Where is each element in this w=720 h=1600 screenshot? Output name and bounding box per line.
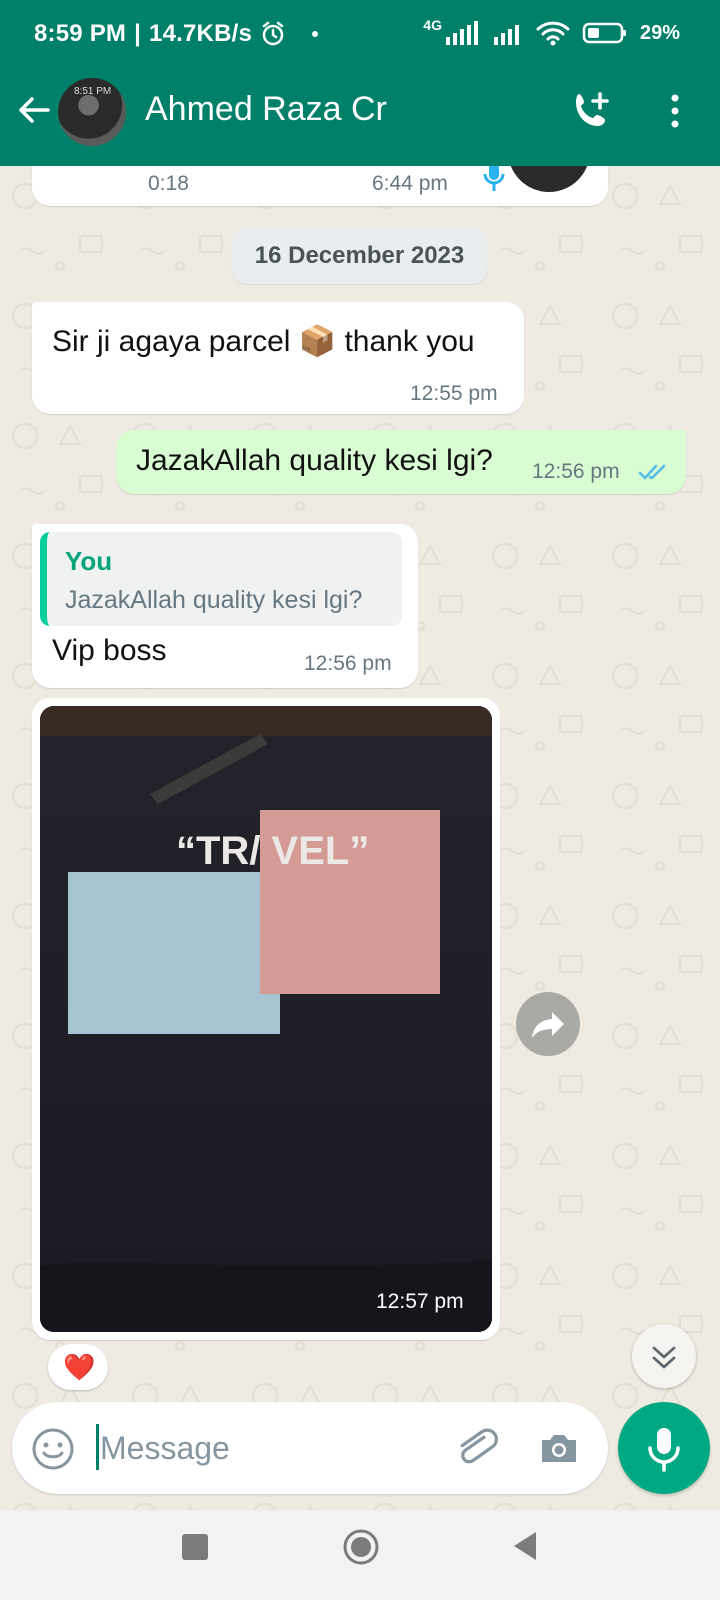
system-nav-bar	[0, 1510, 720, 1600]
message-text: Vip boss	[52, 634, 167, 667]
status-separator: |	[134, 20, 142, 47]
status-bar: 8:59 PM | 14.7KB/s 4G 29%	[0, 0, 720, 70]
image-text-travel: “TR/ VEL”	[176, 829, 369, 873]
heart-reaction-icon: ❤️	[63, 1352, 96, 1382]
mic-icon	[648, 1428, 680, 1472]
nav-back-button[interactable]	[510, 1528, 540, 1564]
voice-note-avatar	[508, 166, 590, 192]
message-text: Sir ji agaya parcel 📦 thank you	[52, 325, 475, 358]
signal-icon-2	[493, 25, 519, 45]
camera-icon[interactable]	[536, 1426, 582, 1472]
recents-button[interactable]	[182, 1534, 208, 1560]
back-arrow-icon[interactable]	[14, 90, 54, 130]
message-time: 12:56 pm	[304, 652, 392, 675]
text-cursor	[96, 1424, 99, 1470]
signal-icon	[445, 21, 478, 45]
message-input[interactable]	[100, 1418, 430, 1478]
status-time: 8:59 PM	[34, 20, 127, 47]
reaction-badge[interactable]: ❤️	[48, 1344, 108, 1390]
attach-icon[interactable]	[452, 1424, 500, 1472]
network-type: 4G	[423, 17, 442, 33]
mic-small-icon	[483, 166, 505, 191]
image-time: 12:57 pm	[376, 1290, 464, 1313]
quote-author: You	[65, 546, 113, 576]
home-button[interactable]	[342, 1528, 380, 1566]
message-image[interactable]: “TR/ VEL” 12:57 pm	[40, 706, 492, 1332]
quoted-message[interactable]: You JazakAllah quality kesi lgi?	[40, 532, 402, 626]
voice-record-button[interactable]	[618, 1402, 710, 1494]
voice-note-bubble[interactable]: 0:18 6:44 pm	[32, 166, 608, 206]
emoji-icon[interactable]	[30, 1426, 76, 1472]
notification-dot	[312, 31, 319, 37]
alarm-icon	[262, 21, 284, 46]
app-bar: 8:51 PM Ahmed Raza Cr	[0, 70, 720, 166]
incoming-message-2[interactable]: You JazakAllah quality kesi lgi? Vip bos…	[32, 524, 418, 688]
scroll-down-icon	[652, 1346, 676, 1369]
avatar-caption: 8:51 PM	[74, 86, 112, 97]
chat-area[interactable]: 0:18 6:44 pm 16 December 2023 Sir ji aga…	[0, 166, 720, 1510]
add-call-icon[interactable]	[570, 88, 616, 134]
message-text: JazakAllah quality kesi lgi?	[136, 444, 493, 477]
outgoing-message-1[interactable]: JazakAllah quality kesi lgi? 12:56 pm	[116, 430, 686, 494]
quote-text: JazakAllah quality kesi lgi?	[65, 586, 363, 614]
status-right: 4G 29%	[423, 17, 680, 46]
incoming-message-1[interactable]: Sir ji agaya parcel 📦 thank you 12:55 pm	[32, 302, 524, 414]
top-bar: 8:59 PM | 14.7KB/s 4G 29% 8:51 PM Ahmed …	[0, 0, 720, 166]
image-content: “TR/ VEL”	[40, 706, 492, 1332]
wifi-icon	[536, 21, 570, 46]
battery-percent: 29%	[639, 21, 680, 44]
scroll-down-button[interactable]	[632, 1324, 696, 1388]
voice-note-duration: 0:18	[148, 172, 189, 195]
message-time: 12:56 pm	[532, 460, 620, 483]
forward-icon	[532, 1012, 564, 1038]
contact-name[interactable]: Ahmed Raza Cr	[145, 90, 387, 129]
voice-note-time: 6:44 pm	[372, 172, 448, 195]
forward-button[interactable]	[516, 992, 580, 1056]
status-left: 8:59 PM | 14.7KB/s	[34, 20, 319, 48]
message-input-bar	[12, 1402, 608, 1494]
message-time: 12:55 pm	[410, 382, 498, 405]
date-chip: 16 December 2023	[232, 228, 487, 284]
more-options-icon[interactable]	[660, 88, 690, 134]
avatar[interactable]: 8:51 PM	[58, 78, 126, 146]
incoming-image-message[interactable]: “TR/ VEL” 12:57 pm	[32, 698, 500, 1340]
battery-icon	[582, 22, 626, 44]
status-speed: 14.7KB/s	[149, 20, 253, 47]
read-ticks-icon	[638, 464, 666, 480]
